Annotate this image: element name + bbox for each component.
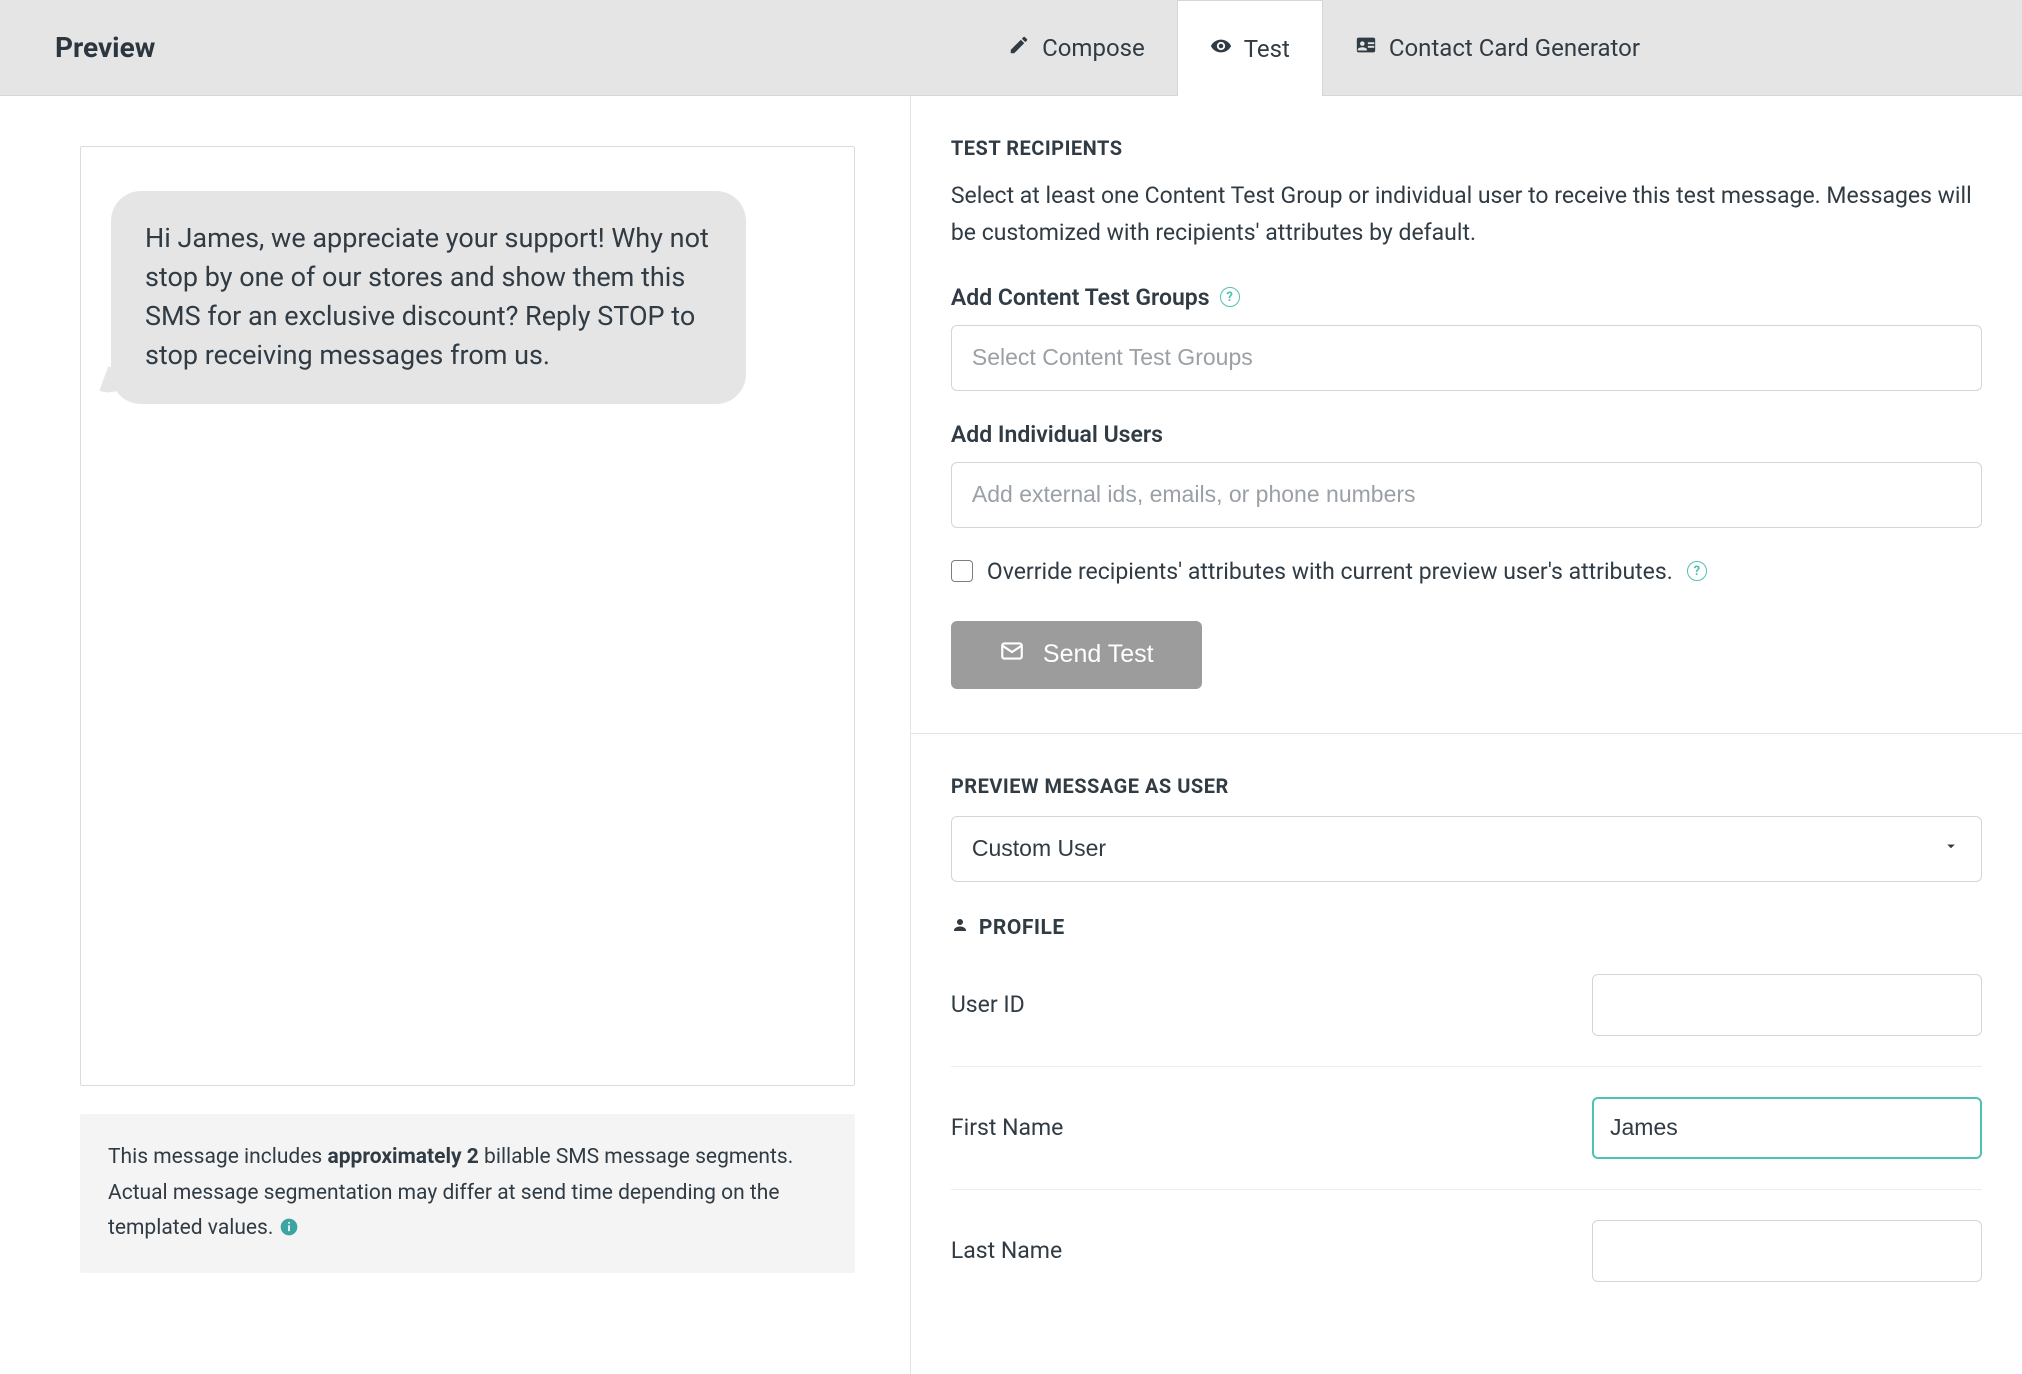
tab-strip: Compose Test Contact Card Generator [976,0,2022,95]
id-card-icon [1355,34,1377,62]
info-icon[interactable] [279,1217,299,1237]
section-heading: PREVIEW MESSAGE AS USER [951,774,1982,798]
profile-row-last-name: Last Name [951,1190,1982,1312]
override-checkbox-row: Override recipients' attributes with cur… [951,558,1982,585]
segments-note-bold: approximately 2 [327,1145,478,1169]
tab-label: Test [1244,35,1290,63]
tab-test[interactable]: Test [1177,0,1323,96]
preview-user-select[interactable] [951,816,1982,882]
help-icon[interactable]: ? [1687,561,1707,581]
tab-label: Contact Card Generator [1389,34,1640,62]
first-name-input[interactable] [1592,1097,1982,1159]
segments-note-prefix: This message includes [108,1145,327,1169]
sms-preview-box: Hi James, we appreciate your support! Wh… [80,146,855,1086]
preview-user-select-value[interactable] [951,816,1982,882]
test-recipients-section: TEST RECIPIENTS Select at least one Cont… [911,96,2022,734]
settings-column: TEST RECIPIENTS Select at least one Cont… [910,96,2022,1374]
person-icon [951,916,969,940]
preview-as-user-section: PREVIEW MESSAGE AS USER PROFILE User ID … [911,734,2022,1356]
tab-label: Compose [1042,34,1145,62]
user-id-input[interactable] [1592,974,1982,1036]
override-label: Override recipients' attributes with cur… [987,558,1673,585]
profile-label: Last Name [951,1237,1062,1264]
groups-label-text: Add Content Test Groups [951,284,1210,311]
eye-icon [1210,35,1232,63]
tab-compose[interactable]: Compose [976,0,1177,95]
override-checkbox[interactable] [951,560,973,582]
pencil-icon [1008,34,1030,62]
page-title: Preview [0,0,210,95]
profile-label: User ID [951,991,1025,1018]
profile-label: First Name [951,1114,1063,1141]
help-icon[interactable]: ? [1220,287,1240,307]
segments-note: This message includes approximately 2 bi… [80,1114,855,1273]
groups-label: Add Content Test Groups ? [951,284,1982,311]
profile-subheading-text: PROFILE [979,916,1065,940]
section-heading: TEST RECIPIENTS [951,136,1982,160]
send-test-label: Send Test [1043,640,1154,669]
sms-bubble: Hi James, we appreciate your support! Wh… [111,191,746,404]
tab-strip-trailing-space [1672,0,2022,95]
send-test-button[interactable]: Send Test [951,621,1202,689]
profile-subheading: PROFILE [951,916,1982,940]
tab-contact-card[interactable]: Contact Card Generator [1323,0,1672,95]
users-label: Add Individual Users [951,421,1982,448]
top-bar: Preview Compose Test Contact Card Genera… [0,0,2022,96]
preview-column: Hi James, we appreciate your support! Wh… [0,96,910,1374]
individual-users-input[interactable] [951,462,1982,528]
envelope-icon [999,638,1025,671]
profile-row-user-id: User ID [951,944,1982,1067]
last-name-input[interactable] [1592,1220,1982,1282]
profile-row-first-name: First Name [951,1067,1982,1190]
content-test-groups-input[interactable] [951,325,1982,391]
section-description: Select at least one Content Test Group o… [951,178,1982,252]
